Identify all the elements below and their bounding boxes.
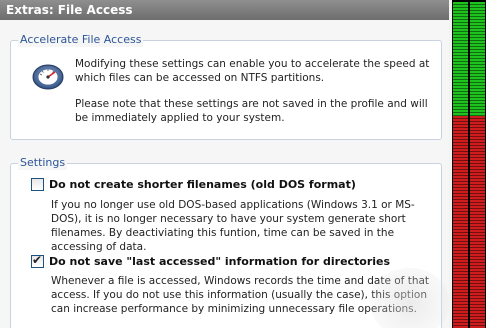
window-title: Extras: File Access: [0, 0, 449, 20]
speedometer-icon: [31, 61, 65, 91]
settings-group-legend: Settings: [18, 156, 68, 170]
meter-column-right: [470, 2, 485, 328]
file-access-window: Extras: File Access Accelerate File Acce…: [0, 0, 449, 328]
performance-meter: [452, 0, 486, 328]
watermark-logo: [370, 268, 449, 328]
last-accessed-option[interactable]: ✔ Do not save "last accessed" informatio…: [31, 253, 390, 269]
accelerate-note: Please note that these settings are not …: [75, 98, 428, 124]
last-accessed-checkbox[interactable]: ✔: [31, 252, 44, 268]
short-filenames-checkbox[interactable]: [31, 177, 44, 191]
accelerate-group-legend: Accelerate File Access: [18, 33, 144, 47]
last-accessed-label[interactable]: Do not save "last accessed" information …: [49, 255, 390, 268]
accelerate-description: Modifying these settings can enable you …: [75, 58, 430, 84]
checkmark-icon: ✔: [32, 252, 43, 267]
accelerate-group: Accelerate File Access Modifying these s…: [10, 33, 442, 140]
short-filenames-label[interactable]: Do not create shorter filenames (old DOS…: [49, 178, 356, 191]
short-filenames-description: If you no longer use old DOS-based appli…: [51, 199, 415, 253]
meter-column-left: [453, 2, 468, 328]
short-filenames-option[interactable]: Do not create shorter filenames (old DOS…: [31, 176, 356, 192]
